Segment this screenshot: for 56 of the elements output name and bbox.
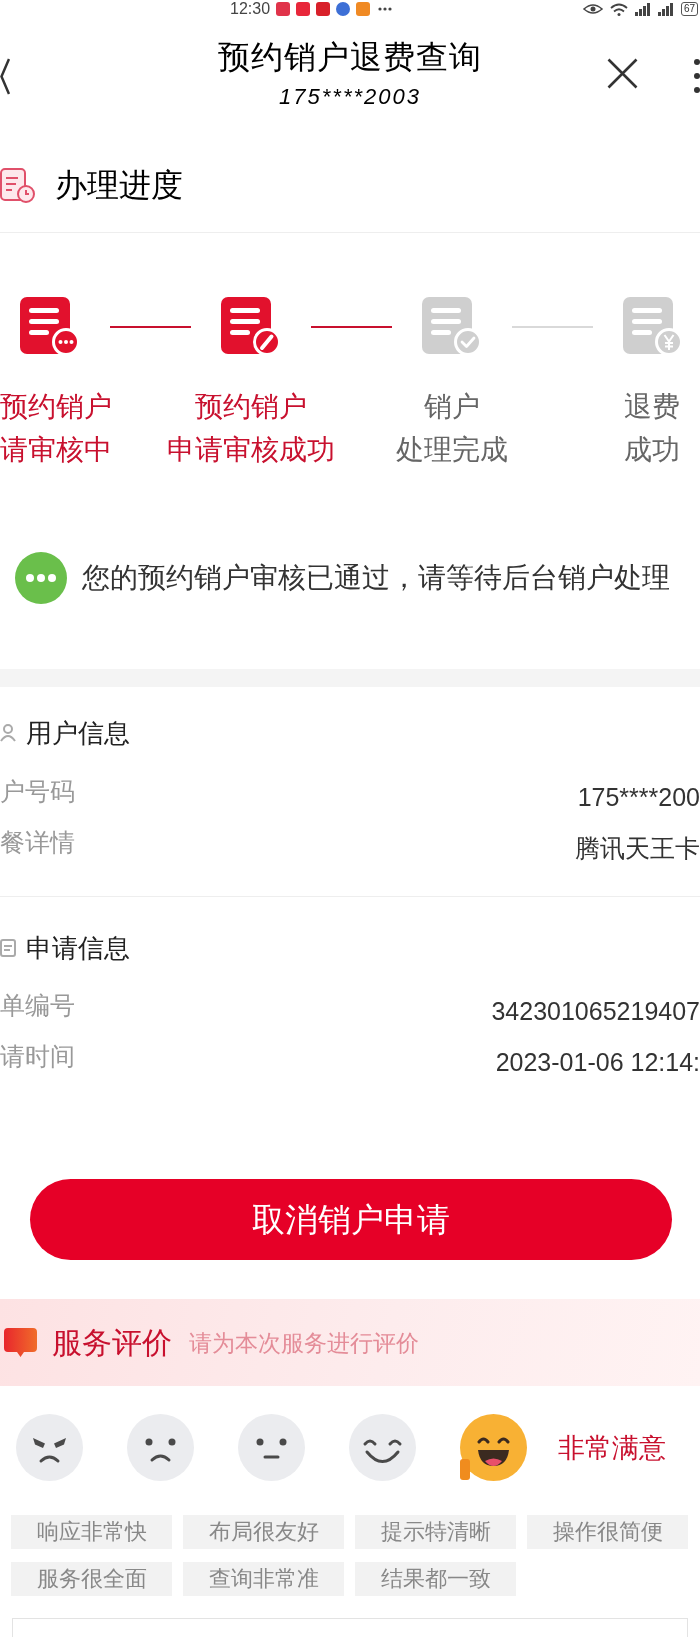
pending-dots-icon	[15, 552, 67, 604]
signal-icon	[657, 2, 674, 16]
close-icon[interactable]	[607, 58, 638, 89]
more-icon[interactable]	[694, 58, 700, 94]
battery-indicator: 67	[680, 2, 698, 16]
back-icon	[0, 58, 10, 95]
app-notification-icon	[296, 2, 311, 16]
feedback-tag[interactable]: 布局很友好	[183, 1515, 344, 1549]
field-label: 单编号	[0, 990, 75, 1021]
field-value: 腾讯天王卡	[575, 833, 700, 864]
app-notification-icon	[276, 2, 291, 16]
field-label: 户号码	[0, 776, 75, 807]
step-label: 退费 成功	[624, 390, 680, 467]
field-value: 2023-01-06 12:14:	[495, 1047, 700, 1078]
rating-title: 服务评价	[52, 1324, 172, 1361]
step-label: 预约销户 申请审核成功	[167, 390, 335, 467]
feedback-tag[interactable]: 操作很简便	[527, 1515, 688, 1549]
comment-field[interactable]	[12, 1618, 688, 1637]
feedback-tag[interactable]: 查询非常准	[183, 1562, 344, 1596]
cancel-application-button[interactable]: 取消销户申请	[30, 1179, 672, 1260]
app-notification-icon	[316, 2, 331, 16]
smiling-face-icon[interactable]	[349, 1414, 416, 1481]
app-notification-icon	[336, 2, 351, 16]
status-message: 您的预约销户审核已通过，请等待后台销户处理	[82, 561, 670, 595]
sad-face-icon[interactable]	[127, 1414, 194, 1481]
feedback-tag[interactable]: 提示特清晰	[355, 1515, 516, 1549]
rating-label: 非常满意	[558, 1431, 666, 1465]
speech-bubble-icon	[4, 1328, 37, 1357]
signal-icon	[634, 2, 651, 16]
feedback-tag[interactable]: 响应非常快	[11, 1515, 172, 1549]
step-label: 预约销户 请审核中	[0, 390, 112, 467]
field-value: 342301065219407	[491, 996, 700, 1027]
progress-doc-clock-icon	[0, 167, 35, 203]
document-icon	[0, 939, 16, 957]
app-notification-icon	[356, 2, 371, 16]
field-label: 请时间	[0, 1041, 75, 1072]
wifi-icon	[609, 2, 628, 16]
person-icon	[0, 724, 16, 742]
eye-icon	[582, 3, 603, 15]
field-value: 175****200	[577, 782, 700, 813]
page-title: 预约销户退费查询	[218, 38, 482, 76]
feedback-tag[interactable]: 结果都一致	[355, 1562, 516, 1596]
status-time: 12:30	[230, 0, 271, 18]
section-title: 办理进度	[55, 167, 183, 203]
more-notifications-icon	[378, 7, 393, 11]
laughing-face-icon[interactable]	[460, 1414, 527, 1481]
feedback-tag[interactable]: 服务很全面	[11, 1562, 172, 1596]
card-title: 用户信息	[26, 717, 130, 750]
angry-face-icon[interactable]	[16, 1414, 83, 1481]
field-label: 餐详情	[0, 827, 75, 858]
page-subtitle: 175****2003	[279, 84, 421, 110]
neutral-face-icon[interactable]	[238, 1414, 305, 1481]
back-button[interactable]	[0, 58, 10, 95]
rating-hint: 请为本次服务进行评价	[189, 1328, 419, 1358]
step-label: 销户 处理完成	[396, 390, 508, 467]
card-title: 申请信息	[26, 932, 130, 965]
